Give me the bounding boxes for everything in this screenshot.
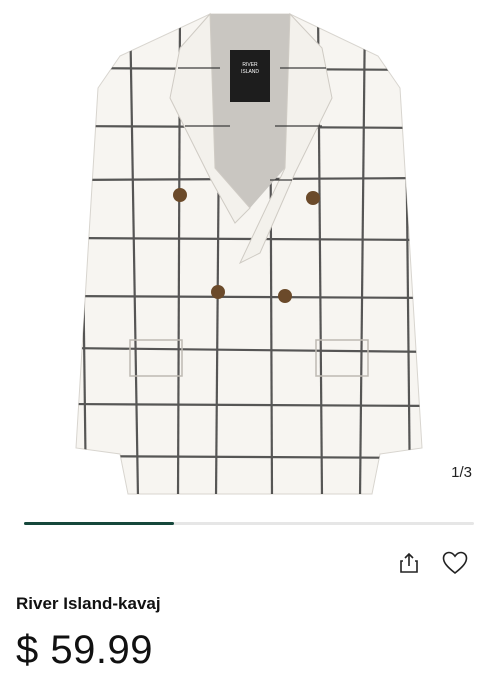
product-image[interactable]: RIVER ISLAND 1/3	[0, 0, 498, 505]
product-actions	[396, 550, 468, 576]
brand-line-2: ISLAND	[241, 69, 259, 75]
product-photo: RIVER ISLAND	[75, 12, 423, 495]
share-button[interactable]	[396, 550, 422, 576]
gallery-progress-track	[24, 522, 474, 525]
product-title: River Island-kavaj	[16, 594, 161, 613]
favorite-button[interactable]	[442, 550, 468, 576]
gallery-progress-fill	[24, 522, 174, 525]
product-price: $ 59.99	[16, 628, 153, 672]
image-counter: 1/3	[451, 464, 472, 481]
brand-line-1: RIVER	[242, 62, 258, 68]
share-icon	[400, 552, 418, 573]
heart-icon	[442, 551, 468, 575]
